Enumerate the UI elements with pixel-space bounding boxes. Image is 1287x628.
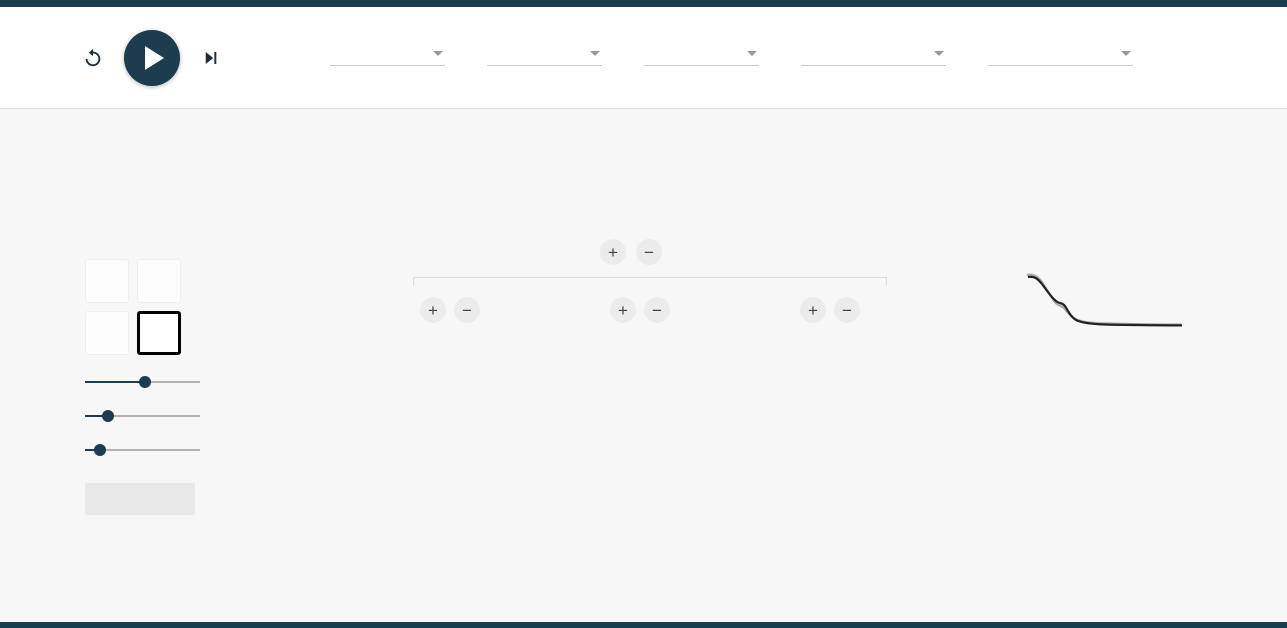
regularization-rate-select[interactable] (801, 51, 946, 66)
gauss-dataset-thumb[interactable] (85, 311, 129, 355)
data-panel (85, 243, 225, 515)
loss-curve-chart (1026, 273, 1183, 327)
batch-slider-knob[interactable] (93, 444, 106, 456)
play-button[interactable] (124, 29, 180, 86)
layer-control-1: + − (420, 297, 480, 332)
batch-slider-block (85, 443, 225, 457)
add-layer-button[interactable]: + (600, 239, 626, 265)
regenerate-button[interactable] (85, 483, 195, 515)
chevron-down-icon (747, 51, 757, 56)
add-neuron-button-layer-1[interactable]: + (420, 297, 446, 323)
batch-slider[interactable] (85, 443, 200, 457)
reset-icon[interactable] (78, 43, 108, 73)
regularization-rate-field (801, 49, 946, 66)
top-accent-bar (0, 0, 1287, 7)
ratio-slider[interactable] (85, 375, 200, 389)
add-neuron-button-layer-3[interactable]: + (800, 297, 826, 323)
output-heatmap-wrap (907, 341, 1169, 603)
circle-dataset-thumb[interactable] (85, 259, 129, 303)
activation-select[interactable] (487, 51, 602, 66)
learning-rate-field (330, 49, 445, 66)
ratio-slider-knob[interactable] (138, 376, 151, 388)
chevron-down-icon (1121, 51, 1131, 56)
remove-neuron-button-layer-3[interactable]: − (834, 297, 860, 323)
remove-neuron-button-layer-1[interactable]: − (454, 297, 480, 323)
problem-type-field (988, 49, 1133, 66)
spiral-dataset-thumb[interactable] (137, 311, 181, 355)
playback-controls (78, 29, 226, 86)
output-heatmap[interactable] (907, 341, 1169, 603)
header-toolbar (0, 7, 1287, 109)
main-area: + − + − + − + − (0, 109, 1287, 628)
noise-slider-knob[interactable] (102, 410, 114, 422)
features-panel (247, 243, 352, 255)
regularization-field (644, 49, 759, 66)
play-icon (145, 45, 164, 70)
layers-bracket (413, 277, 887, 286)
tensorflow-playground: + − + − + − + − (0, 0, 1287, 628)
hidden-layers-header: + − (410, 239, 890, 286)
problem-type-select[interactable] (988, 51, 1133, 66)
bottom-accent-bar (0, 622, 1287, 628)
dataset-thumbnails (85, 259, 225, 355)
remove-layer-button[interactable]: − (636, 239, 662, 265)
activation-field (487, 49, 602, 66)
layer-control-3: + − (800, 297, 860, 332)
xor-dataset-thumb[interactable] (137, 259, 181, 303)
step-forward-icon[interactable] (196, 43, 226, 73)
add-neuron-button-layer-2[interactable]: + (610, 297, 636, 323)
chevron-down-icon (934, 51, 944, 56)
layer-control-2: + − (610, 297, 670, 332)
y-axis (1171, 341, 1201, 603)
chevron-down-icon (433, 51, 443, 56)
remove-neuron-button-layer-2[interactable]: − (644, 297, 670, 323)
learning-rate-select[interactable] (330, 51, 445, 66)
noise-slider[interactable] (85, 409, 200, 423)
regularization-select[interactable] (644, 51, 759, 66)
chevron-down-icon (590, 51, 600, 56)
ratio-slider-block (85, 375, 225, 389)
noise-slider-block (85, 409, 225, 423)
